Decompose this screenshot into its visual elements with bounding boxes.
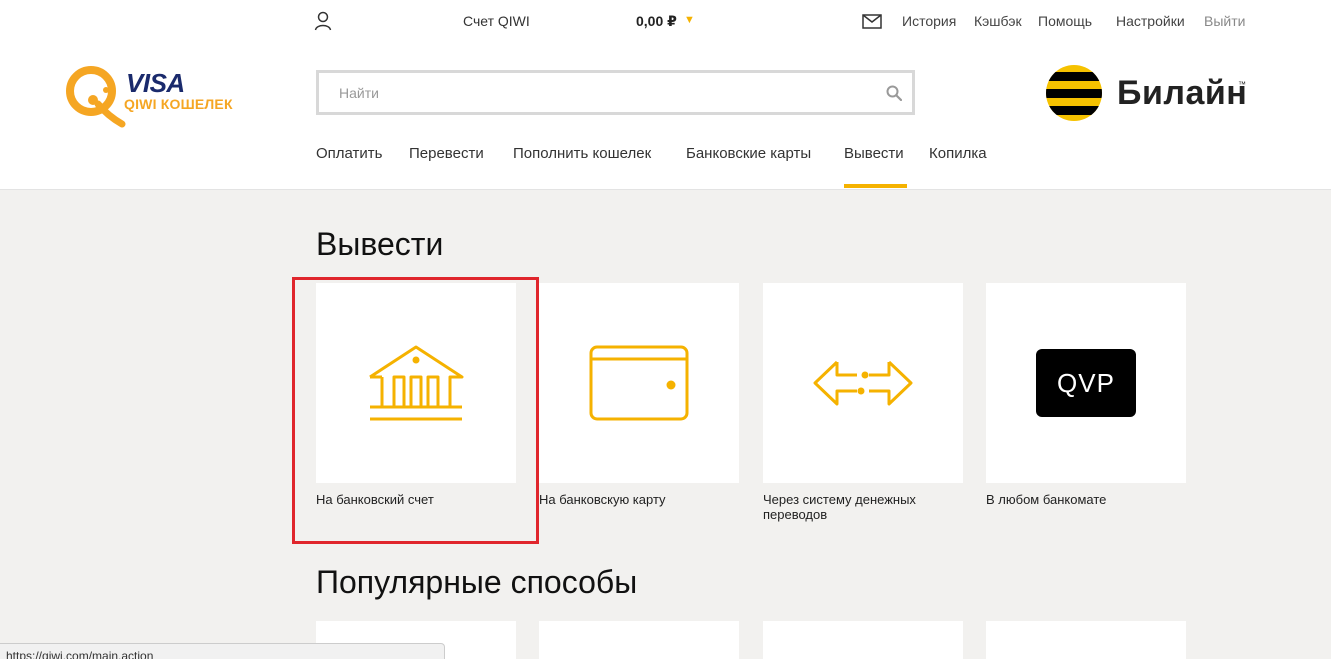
account-label[interactable]: Счет QIWI — [463, 13, 530, 29]
withdraw-bank-account-label[interactable]: На банковский счет — [316, 492, 516, 507]
withdraw-bank-card-tile[interactable] — [539, 283, 739, 483]
withdraw-money-transfer-label[interactable]: Через систему денежных переводов — [763, 492, 963, 522]
logout-link[interactable]: Выйти — [1204, 13, 1245, 29]
search-input[interactable] — [319, 73, 879, 112]
history-link[interactable]: История — [902, 13, 956, 29]
withdraw-bank-card-label[interactable]: На банковскую карту — [539, 492, 739, 507]
card-icon — [589, 345, 689, 421]
beeline-wordmark: Билайн — [1117, 74, 1248, 112]
trademark-sign: ™ — [1238, 80, 1246, 89]
help-link[interactable]: Помощь — [1038, 13, 1092, 29]
active-tab-indicator — [844, 184, 907, 188]
visa-wordmark: VISA — [126, 68, 185, 98]
qvp-icon: QVP — [1036, 349, 1136, 417]
qiwi-wallet-wordmark: QIWI КОШЕЛЕК — [124, 96, 233, 112]
top-bar: Счет QIWI 0,00 ₽ ▼ История Кэшбэк Помощь… — [0, 0, 1331, 42]
withdraw-atm-label[interactable]: В любом банкомате — [986, 492, 1186, 507]
beeline-logo[interactable]: Билайн ™ — [1045, 64, 1255, 122]
search-icon[interactable] — [886, 85, 902, 101]
main-nav: Оплатить Перевести Пополнить кошелек Бан… — [0, 144, 1331, 190]
nav-bank-cards[interactable]: Банковские карты — [686, 145, 811, 162]
nav-top-up-wallet[interactable]: Пополнить кошелек — [513, 145, 651, 162]
popular-methods-title: Популярные способы — [316, 564, 638, 600]
settings-link[interactable]: Настройки — [1116, 13, 1185, 29]
header: Счет QIWI 0,00 ₽ ▼ История Кэшбэк Помощь… — [0, 0, 1331, 190]
withdraw-bank-account-tile[interactable] — [316, 283, 516, 483]
withdraw-atm-tile[interactable]: QVP — [986, 283, 1186, 483]
popular-method-tile[interactable] — [539, 621, 739, 659]
browser-status-bar: https://qiwi.com/main.action — [0, 643, 445, 659]
balance-value[interactable]: 0,00 ₽ — [636, 13, 677, 30]
nav-pay[interactable]: Оплатить — [316, 145, 383, 162]
cashback-link[interactable]: Кэшбэк — [974, 13, 1022, 29]
mail-icon[interactable] — [862, 14, 882, 29]
beeline-ball-icon — [1046, 65, 1102, 121]
popular-method-tile[interactable] — [763, 621, 963, 659]
transfer-arrows-icon — [813, 360, 913, 406]
nav-transfer[interactable]: Перевести — [409, 145, 484, 162]
user-icon[interactable] — [314, 11, 332, 31]
balance-dropdown-icon[interactable]: ▼ — [684, 14, 695, 26]
popular-method-tile[interactable] — [986, 621, 1186, 659]
withdraw-money-transfer-tile[interactable] — [763, 283, 963, 483]
withdraw-title: Вывести — [316, 226, 444, 262]
nav-withdraw[interactable]: Вывести — [844, 145, 904, 162]
search-box — [316, 70, 915, 115]
qiwi-visa-logo[interactable]: VISA QIWI КОШЕЛЕК — [64, 64, 244, 128]
qiwi-logo-icon — [66, 66, 126, 128]
bank-icon — [369, 345, 464, 421]
nav-piggy-bank[interactable]: Копилка — [929, 145, 987, 162]
